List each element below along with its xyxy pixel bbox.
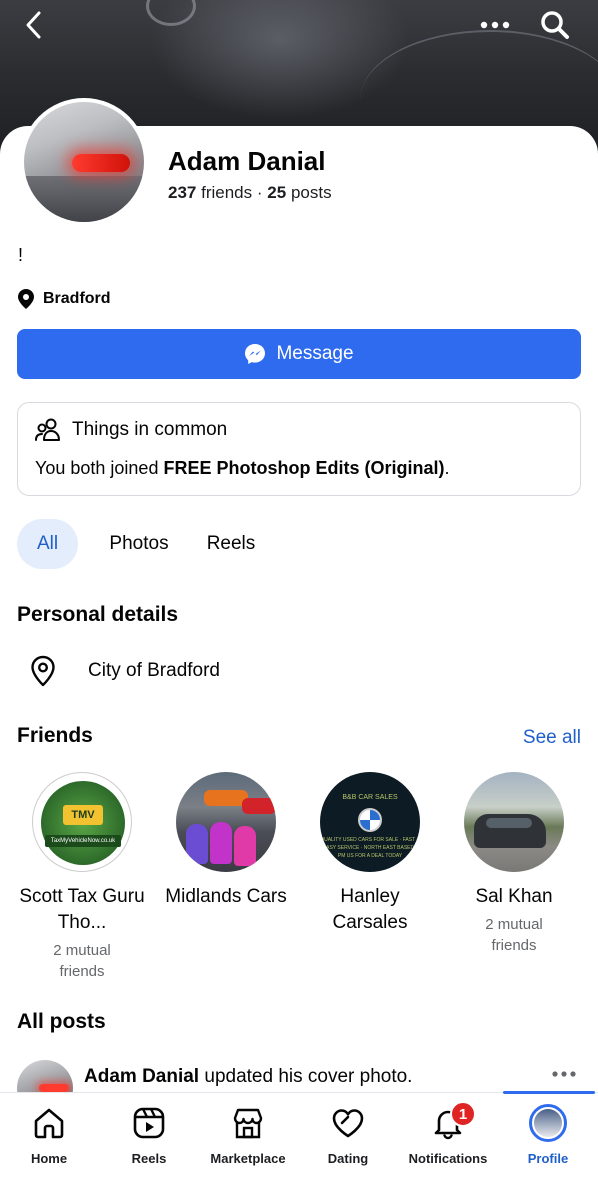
nav-profile[interactable]: Profile [498, 1103, 598, 1166]
nav-notifications[interactable]: 1 Notifications [398, 1101, 498, 1166]
photo-car-red [242, 798, 276, 814]
photo-figure [186, 824, 208, 864]
post-header: Adam Danial updated his cover photo. [17, 1060, 582, 1116]
post-more-button[interactable] [552, 1064, 576, 1082]
things-in-common-header: Things in common [34, 417, 227, 443]
home-icon [29, 1103, 69, 1143]
friend-name: Scott Tax Guru Tho... [19, 886, 145, 933]
tab-all[interactable]: All [17, 519, 78, 569]
nav-label: Home [30, 1151, 68, 1166]
nav-label: Dating [327, 1151, 369, 1166]
profile-photo [24, 102, 144, 222]
message-button-label: Message [276, 343, 354, 364]
profile-stats: 237 friends · 25 posts [168, 183, 332, 203]
personal-details-city-row: City of Bradford [30, 655, 220, 687]
location-pin-outline-icon [31, 655, 55, 687]
more-horizontal-icon [480, 21, 510, 29]
marketplace-icon [228, 1103, 268, 1143]
bmw-logo-icon [358, 808, 382, 832]
post-action-text: updated his cover photo. [199, 1066, 413, 1087]
personal-details-title: Personal details [17, 603, 179, 626]
friends-count[interactable]: 237 [168, 183, 196, 202]
profile-tabs: All Photos Reels [17, 519, 276, 569]
nav-active-indicator [503, 1091, 595, 1094]
profile-location: Bradford [18, 289, 111, 309]
personal-details-city: City of Bradford [88, 660, 220, 681]
things-in-common-card[interactable]: Things in common You both joined FREE Ph… [17, 402, 581, 496]
reels-icon [129, 1103, 169, 1143]
bottom-navigation: Home Reels Marketplace Dating 1 Notifica… [0, 1091, 598, 1200]
people-icon [35, 418, 60, 441]
nav-reels[interactable]: Reels [99, 1103, 199, 1166]
friend-photo: B&B CAR SALES QUALITY USED CARS FOR SALE… [320, 772, 420, 872]
profile-picture[interactable] [20, 98, 148, 226]
nav-home[interactable]: Home [0, 1103, 99, 1166]
avatar-car-taillight [72, 154, 130, 172]
friend-photo [464, 772, 564, 872]
see-all-friends-link[interactable]: See all [523, 727, 581, 749]
photo-figure [234, 826, 256, 866]
tmv-logo-text: TMV [63, 805, 103, 825]
things-in-common-title: Things in common [72, 419, 228, 440]
friend-item[interactable]: Midlands Cars [154, 772, 298, 982]
avatar-car-body [24, 176, 144, 222]
dating-icon [328, 1103, 368, 1143]
common-text-prefix: You both joined [35, 458, 164, 478]
nav-label: Profile [527, 1151, 569, 1166]
posts-label: posts [290, 183, 332, 202]
things-in-common-text: You both joined FREE Photoshop Edits (Or… [35, 458, 449, 479]
common-text-suffix: . [444, 458, 450, 478]
friend-mutual: 2 mutual friends [485, 916, 543, 954]
photo-car-window [486, 818, 532, 828]
profile-name: Adam Danial [168, 146, 326, 176]
friends-title: Friends [17, 724, 93, 747]
back-button[interactable] [18, 8, 48, 42]
all-posts-title: All posts [17, 1010, 106, 1033]
more-options-button[interactable] [478, 8, 512, 42]
profile-avatar-icon [528, 1103, 568, 1143]
post-author-name[interactable]: Adam Danial [84, 1066, 199, 1087]
friends-list: TMV TaxMyVehicleNow.co.uk Scott Tax Guru… [10, 772, 586, 982]
stats-separator: · [256, 183, 263, 202]
profile-bio: ! [18, 245, 24, 265]
post-title: Adam Danial updated his cover photo. [84, 1066, 412, 1088]
friend-name: Hanley Carsales [332, 886, 408, 933]
friend-photo: TMV TaxMyVehicleNow.co.uk [32, 772, 132, 872]
profile-avatar-image [534, 1109, 562, 1137]
more-horizontal-icon [552, 1071, 576, 1077]
tab-photos[interactable]: Photos [94, 519, 184, 569]
bell-icon: 1 [428, 1101, 476, 1143]
chevron-left-icon [26, 11, 41, 39]
nav-label: Marketplace [210, 1151, 286, 1166]
nav-dating[interactable]: Dating [298, 1103, 398, 1166]
friend-item[interactable]: B&B CAR SALES QUALITY USED CARS FOR SALE… [298, 772, 442, 982]
notification-badge: 1 [450, 1101, 476, 1127]
friend-name: Sal Khan [475, 886, 553, 907]
tmv-logo-url: TaxMyVehicleNow.co.uk [45, 835, 121, 847]
friend-photo [176, 772, 276, 872]
posts-count: 25 [267, 183, 287, 202]
common-group-name[interactable]: FREE Photoshop Edits (Original) [163, 458, 444, 478]
friends-label[interactable]: friends [201, 183, 252, 202]
nav-label: Notifications [408, 1151, 488, 1166]
profile-avatar [529, 1104, 567, 1142]
friend-item[interactable]: TMV TaxMyVehicleNow.co.uk Scott Tax Guru… [10, 772, 154, 982]
bb-logo-lines: QUALITY USED CARS FOR SALE · FAST & EASY… [320, 837, 420, 859]
nav-marketplace[interactable]: Marketplace [198, 1103, 298, 1166]
nav-label: Reels [131, 1151, 167, 1166]
photo-figure [210, 822, 232, 864]
location-pin-icon [18, 289, 34, 309]
search-icon [541, 11, 569, 39]
avatar-car-taillight [39, 1084, 69, 1092]
search-button[interactable] [538, 8, 572, 42]
bb-logo-title: B&B CAR SALES [342, 794, 398, 801]
tab-reels[interactable]: Reels [186, 519, 276, 569]
location-label: Bradford [43, 290, 111, 307]
messenger-icon [245, 344, 266, 364]
friend-mutual: 2 mutual friends [53, 942, 111, 980]
friend-name: Midlands Cars [165, 886, 287, 907]
message-button[interactable]: Message [17, 329, 581, 379]
friend-item[interactable]: Sal Khan 2 mutual friends [442, 772, 586, 982]
